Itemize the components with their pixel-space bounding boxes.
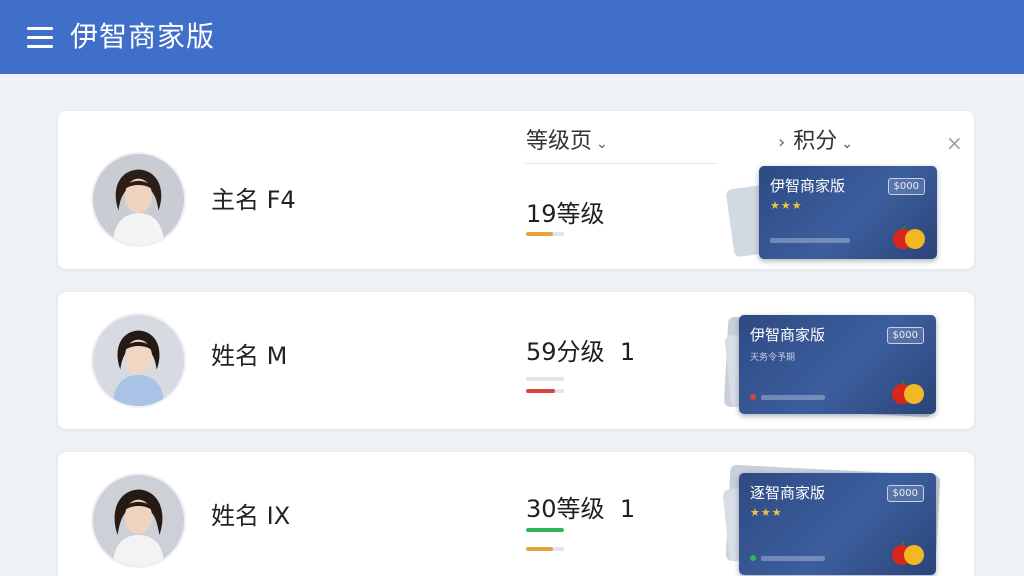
member-row[interactable]: 姓名 M 59分级 1 伊智商家版 $000 天务令予期 [58,292,974,429]
level-column-label: 等级页 [526,129,593,154]
level-value: 59分级 [526,338,605,366]
menu-icon[interactable] [27,27,53,48]
fruit-logo-icon [888,380,928,406]
card-number-line [761,556,825,561]
progress-fill [526,232,553,236]
card-amount: $000 [886,327,924,344]
member-name: 姓名 IX [211,502,291,530]
level-suffix: 1 [619,495,636,523]
app-header: 伊智商家版 [0,0,1024,74]
member-row[interactable]: 主名 F4 等级页 ⌄ › 积分 ⌄ × 19等级 伊智商家版 $000 ★★★ [58,111,974,269]
status-dot [750,394,756,400]
level-value: 19等级 [526,200,605,228]
header-divider [525,163,717,164]
level-progress-bar [526,232,564,236]
progress-fill [526,528,564,532]
level-progress-bar [526,389,564,393]
fruit-logo-icon [889,225,929,251]
level-progress-bar [526,377,564,381]
card-number-line [761,395,825,400]
level-value: 30等级 [526,495,605,523]
level-progress-bar [526,528,564,532]
level-suffix: 1 [619,338,636,366]
chevron-down-icon: ⌄ [841,136,853,152]
member-name: 主名 F4 [211,186,296,214]
card-subtitle: 天务令予期 [750,353,796,363]
member-row[interactable]: 姓名 IX 30等级 1 逐智商家版 $000 ★★★ [58,452,974,576]
points-column-label: 积分 [793,129,838,154]
level-progress-bar [526,547,564,551]
card-amount: $000 [886,485,924,502]
app-title: 伊智商家版 [70,20,216,53]
star-rating-icon: ★★★ [770,199,803,212]
membership-card[interactable]: 逐智商家版 $000 ★★★ [739,473,936,575]
membership-card[interactable]: 伊智商家版 $000 天务令予期 [739,315,936,414]
progress-fill [526,389,555,393]
fruit-logo-icon [888,541,928,567]
card-title: 逐智商家版 [750,484,826,502]
close-icon[interactable]: × [946,131,963,155]
member-level: 59分级 1 [526,337,635,367]
card-number-line [770,238,850,243]
points-column-header[interactable]: › 积分 ⌄ [778,127,853,159]
star-rating-icon: ★★★ [750,506,783,519]
chevron-right-icon: › [778,132,786,153]
progress-fill [526,547,553,551]
chevron-down-icon: ⌄ [596,136,608,152]
member-level: 19等级 [526,199,605,229]
membership-card[interactable]: 伊智商家版 $000 ★★★ [759,166,937,259]
status-dot [750,555,756,561]
avatar [91,473,186,568]
card-amount: $000 [887,178,925,195]
member-level: 30等级 1 [526,494,635,524]
avatar [91,313,186,408]
avatar [91,152,186,247]
level-column-header[interactable]: 等级页 ⌄ [526,127,608,159]
card-title: 伊智商家版 [770,177,846,195]
card-title: 伊智商家版 [750,326,826,344]
member-name: 姓名 M [211,342,288,370]
